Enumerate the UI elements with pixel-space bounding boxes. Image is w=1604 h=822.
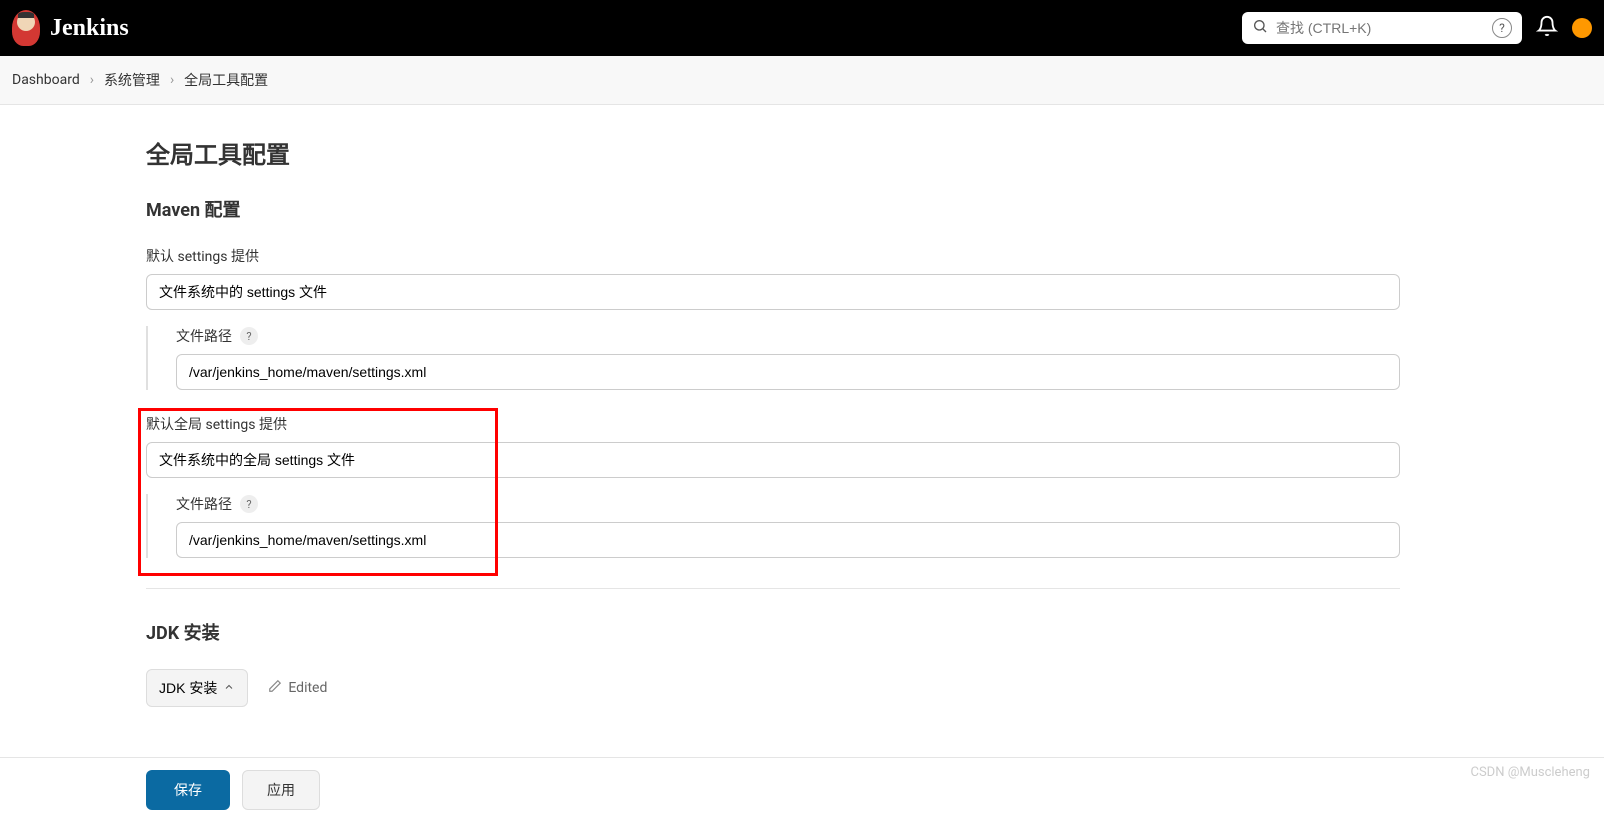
jdk-install-row: JDK 安装 Edited xyxy=(146,669,1400,707)
search-help-icon[interactable]: ? xyxy=(1492,18,1512,38)
default-settings-group: 默认 settings 提供 文件路径 ? xyxy=(146,246,1400,390)
global-settings-label: 默认全局 settings 提供 xyxy=(146,414,1400,434)
default-settings-select[interactable] xyxy=(146,274,1400,310)
top-header: Jenkins ? xyxy=(0,0,1604,56)
maven-section-title: Maven 配置 xyxy=(146,196,1400,222)
apply-button[interactable]: 应用 xyxy=(242,770,320,810)
chevron-right-icon: › xyxy=(170,72,174,88)
jdk-expand-button[interactable]: JDK 安装 xyxy=(146,669,248,707)
page-title: 全局工具配置 xyxy=(146,135,1400,170)
main-content: 全局工具配置 Maven 配置 默认 settings 提供 文件路径 ? 默认… xyxy=(0,105,1400,807)
global-settings-path-group: 文件路径 ? xyxy=(146,494,1400,558)
breadcrumb: Dashboard › 系统管理 › 全局工具配置 xyxy=(0,56,1604,105)
watermark: CSDN @Muscleheng xyxy=(1470,765,1590,780)
user-avatar-icon[interactable] xyxy=(1572,18,1592,38)
edited-text: Edited xyxy=(288,680,327,696)
global-path-label: 文件路径 ? xyxy=(176,494,1400,514)
default-settings-label: 默认 settings 提供 xyxy=(146,246,1400,266)
default-path-label: 文件路径 ? xyxy=(176,326,1400,346)
default-settings-path-group: 文件路径 ? xyxy=(146,326,1400,390)
help-icon[interactable]: ? xyxy=(240,495,258,513)
breadcrumb-dashboard[interactable]: Dashboard xyxy=(12,72,80,88)
default-path-label-text: 文件路径 xyxy=(176,326,232,346)
footer-bar: 保存 应用 xyxy=(0,757,1604,822)
help-icon[interactable]: ? xyxy=(240,327,258,345)
search-input[interactable] xyxy=(1276,20,1488,36)
breadcrumb-system[interactable]: 系统管理 xyxy=(104,70,160,90)
breadcrumb-global-tool[interactable]: 全局工具配置 xyxy=(184,70,268,90)
chevron-up-icon xyxy=(223,680,235,696)
global-settings-group: 默认全局 settings 提供 文件路径 ? xyxy=(146,414,1400,558)
search-icon xyxy=(1252,18,1268,38)
jdk-section-title: JDK 安装 xyxy=(146,619,1400,645)
search-box[interactable]: ? xyxy=(1242,12,1522,44)
global-path-label-text: 文件路径 xyxy=(176,494,232,514)
jenkins-logo-icon[interactable] xyxy=(12,10,40,46)
pencil-icon xyxy=(268,679,282,697)
save-button[interactable]: 保存 xyxy=(146,770,230,810)
brand-title[interactable]: Jenkins xyxy=(50,15,129,42)
header-right: ? xyxy=(1242,12,1592,44)
header-left: Jenkins xyxy=(12,10,129,46)
global-settings-select[interactable] xyxy=(146,442,1400,478)
edited-indicator: Edited xyxy=(268,679,327,697)
bell-icon[interactable] xyxy=(1536,15,1558,41)
jdk-expand-label: JDK 安装 xyxy=(159,678,217,698)
chevron-right-icon: › xyxy=(90,72,94,88)
global-path-input[interactable] xyxy=(176,522,1400,558)
default-path-input[interactable] xyxy=(176,354,1400,390)
divider xyxy=(146,588,1400,589)
